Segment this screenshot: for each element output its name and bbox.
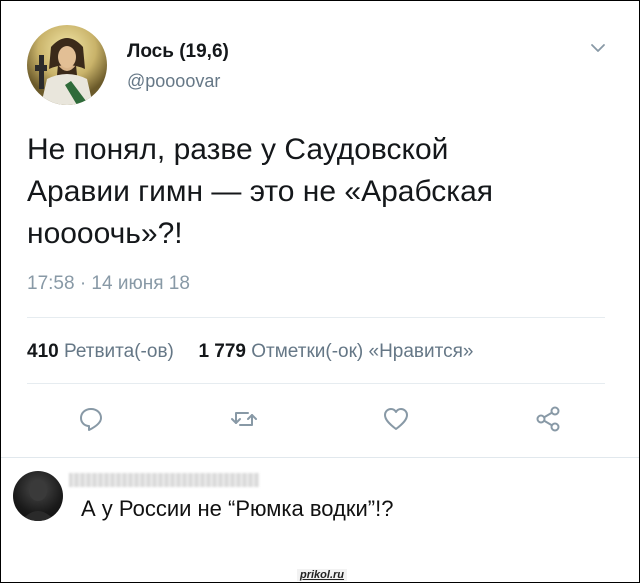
commenter-avatar-image: [21, 481, 55, 521]
heart-icon[interactable]: [382, 405, 410, 433]
screenshot-frame: Лось (19,6) @poooovar Не понял, разве у …: [0, 0, 640, 583]
reply-icon[interactable]: [77, 405, 105, 433]
author-name[interactable]: Лось (19,6): [127, 41, 229, 63]
chevron-down-icon[interactable]: [589, 39, 607, 57]
share-icon[interactable]: [534, 405, 562, 433]
commenter-avatar[interactable]: [13, 471, 63, 521]
watermark: prikol.ru: [297, 569, 348, 581]
section-separator: [1, 457, 639, 458]
author-handle[interactable]: @poooovar: [127, 71, 220, 92]
tweet-stats: 410 Ретвита(-ов) 1 779 Отметки(-ок) «Нра…: [27, 341, 474, 363]
likes-label[interactable]: Отметки(-ок) «Нравится»: [251, 341, 473, 362]
divider-bottom: [27, 383, 605, 384]
author-avatar[interactable]: [27, 25, 107, 105]
comment-text: А у России не “Рюмка водки”!?: [81, 496, 394, 521]
retweet-icon[interactable]: [230, 405, 258, 433]
tweet-timestamp[interactable]: 17:58 · 14 июня 18: [27, 273, 190, 295]
avatar-image: [27, 25, 107, 105]
tweet-text: Не понял, разве у Саудовской Аравии гимн…: [27, 133, 494, 250]
retweets-label[interactable]: Ретвита(-ов): [64, 341, 174, 362]
commenter-name-blurred: [69, 473, 259, 487]
divider-top: [27, 317, 605, 318]
likes-count[interactable]: 1 779: [198, 341, 246, 362]
retweets-count[interactable]: 410: [27, 341, 59, 362]
